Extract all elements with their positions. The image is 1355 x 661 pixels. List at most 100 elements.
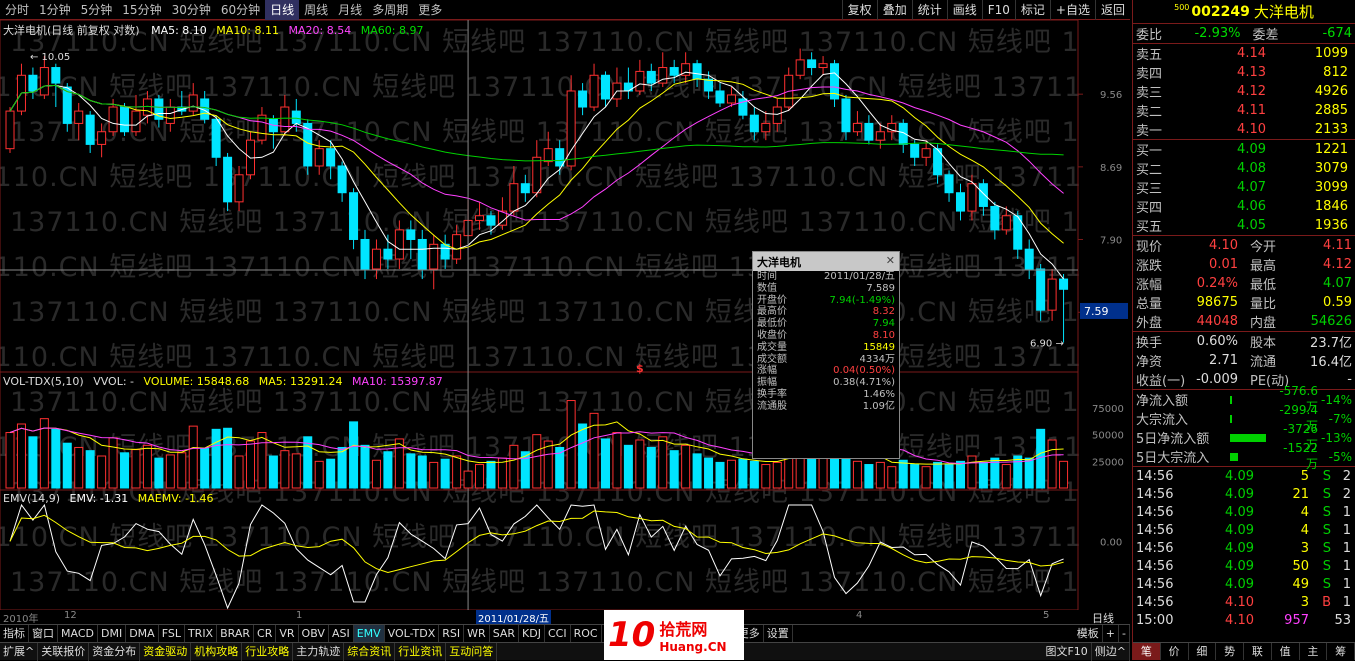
order-row[interactable]: 买四 4.06 1846 <box>1133 197 1355 216</box>
side-tab[interactable]: 筹 <box>1327 643 1355 660</box>
status-tab[interactable]: 机构攻略 <box>191 642 243 661</box>
volume-bar <box>257 432 267 489</box>
side-tab[interactable]: 细 <box>1189 643 1217 660</box>
period-tab[interactable]: 日线 <box>265 0 300 20</box>
indicator-tab[interactable]: DMA <box>126 624 159 643</box>
period-tab[interactable]: 30分钟 <box>167 0 216 20</box>
template-button[interactable]: - <box>1119 625 1130 643</box>
toolbar-button[interactable]: 标记 <box>1014 0 1050 20</box>
period-tab[interactable]: 5分钟 <box>76 0 118 20</box>
toolbar-button[interactable]: 复权 <box>841 0 877 20</box>
period-tab[interactable]: 周线 <box>299 0 333 20</box>
indicator-tab[interactable]: 设置 <box>764 624 793 643</box>
stat-row: 涨幅 0.24% 最低 4.07 <box>1133 274 1355 293</box>
status-tab[interactable]: 行业攻略 <box>242 642 294 661</box>
side-tab[interactable]: 笔 <box>1133 643 1161 660</box>
indicator-tab[interactable]: CR <box>254 624 277 643</box>
template-button[interactable]: + <box>1103 625 1120 643</box>
status-tab[interactable]: 主力轨迹 <box>293 642 345 661</box>
stock-badge: 500 <box>1174 3 1190 12</box>
order-label: 买五 <box>1136 220 1163 235</box>
toolbar-button[interactable]: 统计 <box>911 0 947 20</box>
indicator-tab[interactable]: VR <box>276 624 299 643</box>
indicator-tab[interactable]: FSL <box>159 624 185 643</box>
status-tab[interactable]: 关联报价 <box>38 642 90 661</box>
toolbar-button[interactable]: +自选 <box>1049 0 1095 20</box>
indicator-tab[interactable]: DMI <box>98 624 127 643</box>
kline-chart[interactable]: 9.568.697.907.187.59← 10.056.90 →$750005… <box>0 19 1130 611</box>
order-row[interactable]: 卖五 4.14 1099 <box>1133 44 1355 63</box>
stat-row: 现价 4.10 今开 4.11 <box>1133 236 1355 255</box>
side-tab[interactable]: 主 <box>1300 643 1328 660</box>
period-tab[interactable]: 1分钟 <box>34 0 76 20</box>
indicator-tab[interactable]: SAR <box>490 624 520 643</box>
tooltip-row: 数值 7.589 <box>753 283 899 295</box>
stat-label: 今开 <box>1250 240 1277 255</box>
commission-diff-value: -674 <box>1322 26 1352 41</box>
volume-bar <box>1047 439 1057 489</box>
period-tab[interactable]: 月线 <box>333 0 367 20</box>
side-tab[interactable]: 势 <box>1216 643 1244 660</box>
period-tab[interactable]: 分时 <box>0 0 34 20</box>
candle <box>933 144 943 184</box>
f10-button[interactable]: 侧边^ <box>1092 643 1130 661</box>
indicator-tab[interactable]: KDJ <box>519 624 545 643</box>
tick-volume: 50 <box>1292 558 1309 574</box>
status-tab[interactable]: 资金分布 <box>89 642 141 661</box>
volume-bar <box>623 444 633 489</box>
indicator-tab[interactable]: CCI <box>545 624 571 643</box>
indicator-tab[interactable]: TRIX <box>185 624 218 643</box>
toolbar-button[interactable]: 返回 <box>1094 0 1130 20</box>
volume-bar <box>921 466 931 489</box>
tick-price: 4.09 <box>1225 540 1254 556</box>
indicator-tab[interactable]: WR <box>464 624 490 643</box>
order-row[interactable]: 买三 4.07 3099 <box>1133 178 1355 197</box>
order-row[interactable]: 买五 4.05 1936 <box>1133 216 1355 235</box>
order-price: 4.11 <box>1237 103 1266 118</box>
order-row[interactable]: 买一 4.09 1221 <box>1133 140 1355 159</box>
order-row[interactable]: 卖二 4.11 2885 <box>1133 101 1355 120</box>
period-tab[interactable]: 60分钟 <box>216 0 265 20</box>
status-tab[interactable]: 行业资讯 <box>395 642 447 661</box>
toolbar-button[interactable]: F10 <box>981 0 1015 20</box>
tooltip-value: 7.94(-1.49%) <box>829 294 895 306</box>
template-button[interactable]: 模板 <box>1074 625 1103 643</box>
indicator-tab[interactable]: RSI <box>439 624 465 643</box>
tooltip-value: 4334万 <box>859 353 895 365</box>
f10-button[interactable]: 图文F10 <box>1042 643 1092 661</box>
period-tab[interactable]: 多周期 <box>367 0 413 20</box>
volume-bar <box>578 423 588 489</box>
indicator-tab[interactable]: ASI <box>329 624 354 643</box>
side-tab[interactable]: 值 <box>1272 643 1300 660</box>
order-row[interactable]: 买二 4.08 3079 <box>1133 159 1355 178</box>
status-tab[interactable]: 综合资讯 <box>344 642 396 661</box>
chart-area[interactable]: 9.568.697.907.187.59← 10.056.90 →$750005… <box>0 19 1130 611</box>
stat-value: 2.71 <box>1209 353 1238 368</box>
tick-row: 14:56 4.09 3 S 1 <box>1133 539 1355 557</box>
candle <box>349 188 359 250</box>
period-tab[interactable]: 更多 <box>413 0 447 20</box>
indicator-tab[interactable]: 指标 <box>0 624 29 643</box>
indicator-tab[interactable]: ROC <box>571 624 602 643</box>
close-icon[interactable]: ✕ <box>886 254 895 269</box>
candle <box>1024 239 1034 280</box>
order-row[interactable]: 卖四 4.13 812 <box>1133 63 1355 82</box>
indicator-tab[interactable]: 窗口 <box>29 624 58 643</box>
status-tab[interactable]: 资金驱动 <box>140 642 192 661</box>
toolbar-button[interactable]: 画线 <box>946 0 982 20</box>
indicator-tab[interactable]: MACD <box>58 624 98 643</box>
order-row[interactable]: 卖三 4.12 4926 <box>1133 82 1355 101</box>
order-row[interactable]: 卖一 4.10 2133 <box>1133 120 1355 139</box>
indicator-tab[interactable]: BRAR <box>217 624 255 643</box>
side-tab[interactable]: 联 <box>1244 643 1272 660</box>
order-volume: 3079 <box>1314 161 1348 176</box>
indicator-tab[interactable]: EMV <box>353 624 385 643</box>
indicator-tab[interactable]: VOL-TDX <box>385 624 440 643</box>
indicator-tab[interactable]: OBV <box>299 624 329 643</box>
status-tab[interactable]: 互动问答 <box>446 642 498 661</box>
candle <box>715 83 725 108</box>
period-tab[interactable]: 15分钟 <box>117 0 166 20</box>
side-tab[interactable]: 价 <box>1161 643 1189 660</box>
toolbar-button[interactable]: 叠加 <box>876 0 912 20</box>
status-tab[interactable]: 扩展^ <box>0 642 39 661</box>
